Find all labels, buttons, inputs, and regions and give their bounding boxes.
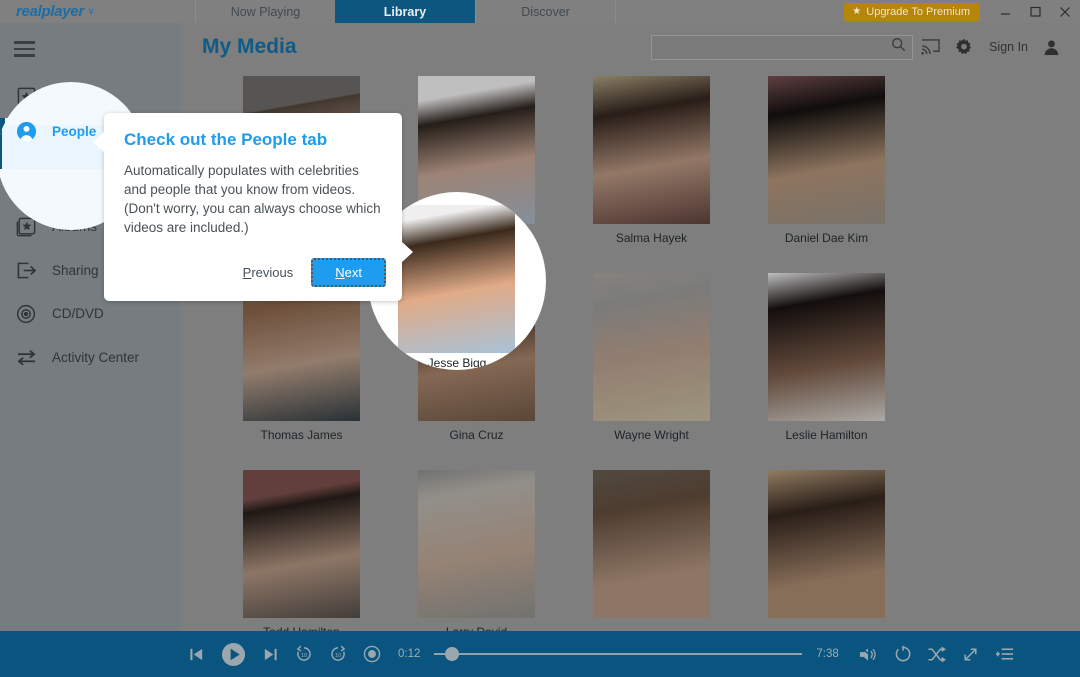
sidebar-item-label: Playlists <box>52 175 102 191</box>
sidebar-item-label: CD/DVD <box>52 306 104 322</box>
playlist-button[interactable] <box>989 638 1021 670</box>
content-header: My Media Sign In <box>180 23 1080 71</box>
tooltip-actions: Previous Next <box>237 258 386 287</box>
disc-icon <box>14 302 38 326</box>
share-arrow-icon <box>14 258 38 282</box>
person-tile[interactable]: Larry David <box>389 470 564 631</box>
person-circle-icon <box>14 120 38 144</box>
person-photo[interactable] <box>768 76 885 224</box>
previous-button[interactable]: Previous <box>237 261 300 284</box>
star-icon: ★ <box>852 6 862 17</box>
onboarding-tooltip: Check out the People tab Automatically p… <box>93 113 413 301</box>
sidebar-item-label: People <box>52 124 97 139</box>
upgrade-label: Upgrade To Premium <box>866 5 970 18</box>
tooltip-arrow-right <box>401 241 413 263</box>
forward-10-button[interactable]: 10 <box>322 638 354 670</box>
sidebar-item-activity-center[interactable]: Activity Center <box>0 336 180 380</box>
next-button-label-rest: ext <box>344 265 362 280</box>
person-name: Jesse Bigg <box>447 231 506 245</box>
search-icon[interactable] <box>891 37 906 57</box>
sidebar-item-label: Activity Center <box>52 349 140 365</box>
svg-text:10: 10 <box>335 653 341 659</box>
search-input[interactable] <box>660 40 892 54</box>
tab-discover[interactable]: Discover <box>475 0 615 23</box>
person-photo[interactable] <box>593 273 710 421</box>
progress-track <box>434 653 803 655</box>
sidebar-item-label: Sharing <box>52 262 99 278</box>
logo-text: realplayer <box>16 3 84 20</box>
shuffle-button[interactable] <box>921 638 953 670</box>
previous-button-label-rest: revious <box>251 265 294 280</box>
rewind-10-button[interactable]: 10 <box>288 638 320 670</box>
search-box[interactable] <box>651 34 914 60</box>
tab-library[interactable]: Library <box>335 0 475 23</box>
sidebar-item-label: Albums <box>52 219 98 235</box>
person-tile[interactable]: Todd Hamilton <box>214 470 389 631</box>
fullscreen-button[interactable] <box>955 638 987 670</box>
tooltip-title: Check out the People tab <box>124 130 328 149</box>
person-photo[interactable] <box>768 273 885 421</box>
playlist-icon <box>14 171 38 195</box>
upgrade-to-premium-button[interactable]: ★ Upgrade To Premium <box>844 2 980 21</box>
record-button[interactable] <box>356 638 388 670</box>
sidebar-item-label: My Media <box>52 88 111 104</box>
person-name: Leslie Hamilton <box>785 428 868 442</box>
maximize-button[interactable] <box>1020 0 1050 23</box>
transfer-arrows-icon <box>14 345 38 369</box>
chevron-down-icon[interactable]: ∨ <box>88 6 95 17</box>
realplayer-window: realplayer ∨ Now Playing Library Discove… <box>0 0 1080 677</box>
title-bar: realplayer ∨ Now Playing Library Discove… <box>0 0 1080 23</box>
player-right-controls <box>853 638 1023 670</box>
svg-text:10: 10 <box>301 653 307 659</box>
duration-time: 7:38 <box>816 648 839 660</box>
gear-icon[interactable] <box>947 32 981 62</box>
person-icon[interactable] <box>1034 32 1068 62</box>
next-track-button[interactable] <box>254 638 286 670</box>
cast-icon[interactable] <box>913 32 947 62</box>
close-button[interactable] <box>1050 0 1080 23</box>
mute-button[interactable] <box>853 638 885 670</box>
person-photo[interactable] <box>418 470 535 618</box>
person-tile[interactable]: Leslie Hamilton <box>739 273 914 442</box>
person-name: Wayne Wright <box>614 428 689 442</box>
play-button[interactable] <box>214 638 252 670</box>
person-photo[interactable] <box>768 470 885 618</box>
albums-icon <box>14 215 38 239</box>
elapsed-time: 0:12 <box>398 648 421 660</box>
app-logo[interactable]: realplayer ∨ <box>0 0 195 23</box>
tooltip-body: Automatically populates with celebrities… <box>124 163 381 235</box>
minimize-button[interactable] <box>990 0 1020 23</box>
tab-now-playing[interactable]: Now Playing <box>195 0 335 23</box>
person-photo[interactable] <box>418 76 535 224</box>
next-button[interactable]: Next <box>311 258 386 287</box>
progress-slider[interactable] <box>434 647 803 661</box>
person-tile[interactable] <box>564 470 739 631</box>
person-name: Salma Hayek <box>615 231 688 245</box>
person-name: Daniel Dae Kim <box>784 231 869 245</box>
person-tile[interactable]: Salma Hayek <box>564 76 739 245</box>
titlebar-spacer <box>615 0 844 23</box>
person-name: Thomas James <box>260 428 343 442</box>
sign-in-button[interactable]: Sign In <box>981 40 1034 54</box>
person-tile[interactable]: Wayne Wright <box>564 273 739 442</box>
person-photo[interactable] <box>418 273 535 421</box>
person-photo[interactable] <box>243 470 360 618</box>
person-photo[interactable] <box>593 76 710 224</box>
repeat-button[interactable] <box>887 638 919 670</box>
star-box-icon <box>14 84 38 108</box>
person-name: Gina Cruz <box>449 428 504 442</box>
person-photo[interactable] <box>593 470 710 618</box>
page-title: My Media <box>202 35 297 58</box>
person-tile[interactable]: Gina Cruz <box>389 273 564 442</box>
person-tile[interactable] <box>739 470 914 631</box>
progress-thumb[interactable] <box>445 647 460 661</box>
hamburger-icon[interactable] <box>0 23 40 75</box>
person-tile[interactable]: Jesse Bigg <box>389 76 564 245</box>
player-bar: 10 10 0:12 7:38 <box>0 631 1080 677</box>
previous-track-button[interactable] <box>180 638 212 670</box>
tooltip-arrow-left <box>93 131 105 153</box>
person-tile[interactable]: Daniel Dae Kim <box>739 76 914 245</box>
